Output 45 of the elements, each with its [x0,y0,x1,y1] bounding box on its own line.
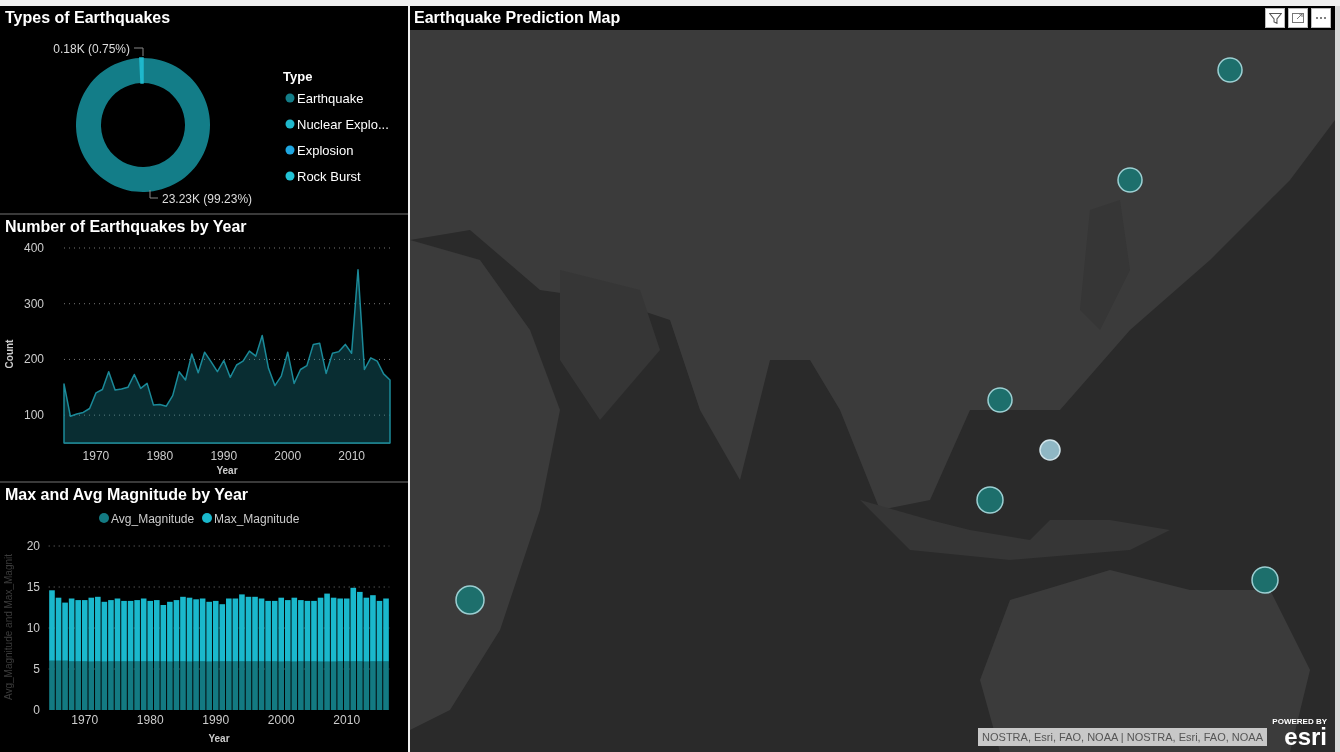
focus-mode-icon [1292,13,1304,23]
axis-tick-label: 20 [26,539,40,553]
axis-tick-label: 400 [23,241,44,255]
axis-title: Year [216,465,238,476]
axis-tick-label: 10 [26,621,40,635]
axis-tick-label: 1980 [146,449,174,463]
leader-line [133,47,144,57]
filter-button[interactable] [1265,8,1285,28]
axis-tick-label: 1990 [210,449,238,463]
visual-title: Earthquake Prediction Map [414,8,621,28]
logo-tagline: POWERED BY [1272,717,1327,726]
axis-tick-label: 300 [23,296,44,311]
axis-tick-label: 200 [23,352,44,367]
axis-title: Year [208,733,230,744]
axis-tick-label: 1990 [202,713,230,727]
axis-tick-label: 2010 [333,713,361,727]
filter-icon [1268,12,1282,24]
legend-label: Explosion [297,142,354,158]
legend-label: Rock Burst [297,168,361,184]
legend-label: Avg_Magnitude [111,511,195,526]
axis-tick-label: 2010 [338,449,365,463]
chart-title: Number of Earthquakes by Year [4,217,248,237]
data-label: 23.23K (99.23%) [162,192,253,206]
axis-tick-label: 0 [33,703,40,717]
axis-tick-label: 1970 [71,713,99,727]
axis-tick-label: 2000 [267,713,295,727]
axis-title: Avg_Magnitude and Max_Magnit [3,554,14,700]
axis-tick-label: 1970 [82,449,110,463]
chart-title: Types of Earthquakes [4,8,172,28]
axis-title: Count [4,339,15,369]
leader-line [149,189,159,199]
more-button[interactable] [1311,8,1331,28]
legend-label: Earthquake [297,90,364,106]
data-label: 0.18K (0.75%) [53,42,130,56]
axis-tick-label: 15 [26,580,40,594]
legend-label: Nuclear Explo... [297,116,389,132]
axis-tick-label: 2000 [274,449,302,463]
legend-label: Max_Magnitude [214,511,300,526]
focus-mode-button[interactable] [1288,8,1308,28]
chart-title: Max and Avg Magnitude by Year [4,485,250,505]
axis-tick-label: 100 [23,408,44,423]
axis-tick-label: 1980 [136,713,164,727]
axis-tick-label: 5 [33,662,40,676]
legend-title: Type [283,69,313,84]
logo-text: esri [1284,726,1327,748]
